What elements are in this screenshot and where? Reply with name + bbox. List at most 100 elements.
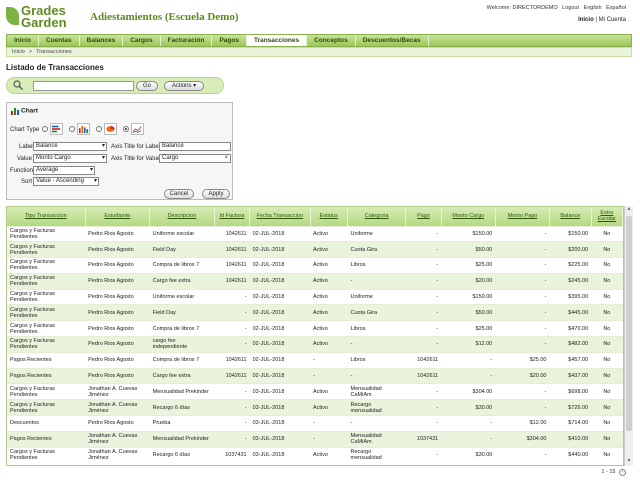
axis-title-label-label: Axis Title for Label bbox=[111, 144, 161, 150]
go-button[interactable]: Go bbox=[136, 81, 158, 91]
table-row[interactable]: Cargos y Facturas Pendientes Jonathan A. … bbox=[7, 399, 623, 416]
table-cell: Pagos Recientes bbox=[7, 430, 86, 448]
table-cell: $440.00 bbox=[549, 446, 592, 463]
table-cell: Activo bbox=[310, 304, 348, 321]
spanish-link[interactable]: Español bbox=[606, 5, 626, 11]
nav-tab-descuentos-becas[interactable]: Descuentos/Becas bbox=[356, 35, 429, 46]
table-cell: - bbox=[310, 367, 348, 384]
nav-tab-cuentas[interactable]: Cuentas bbox=[39, 35, 80, 46]
scroll-thumb[interactable] bbox=[626, 216, 632, 431]
clear-icon[interactable]: × bbox=[224, 155, 228, 162]
table-cell: Pedro Rios Agosto bbox=[85, 257, 150, 274]
axis-title-value-label: Axis Title for Value bbox=[111, 156, 161, 162]
table-cell: Recargo 6 días bbox=[149, 446, 215, 463]
grades-garden-logo[interactable]: Grades Garden bbox=[6, 3, 84, 30]
table-cell: - bbox=[495, 241, 550, 258]
table-row[interactable]: Cargos y Facturas Pendientes Pedro Rios A… bbox=[7, 288, 623, 305]
table-cell: Pedro Rios Agosto bbox=[85, 351, 150, 369]
table-row[interactable]: Pagos Recientes Pedro Rios Agosto Compra d… bbox=[7, 351, 623, 369]
chart-type-label: Chart Type bbox=[10, 127, 40, 133]
cancel-button[interactable]: Cancel bbox=[164, 189, 194, 199]
chart-type-hbar-radio[interactable] bbox=[42, 126, 48, 132]
column-header-estudiante[interactable]: Estudiante bbox=[85, 207, 151, 226]
table-row[interactable]: Pagos Recientes Jonathan A. Cuevas Jiméne… bbox=[7, 430, 623, 448]
table-cell: - bbox=[495, 272, 550, 290]
table-row[interactable]: Cargos y Facturas Pendientes Pedro Rios A… bbox=[7, 241, 623, 258]
chart-type-line-radio[interactable] bbox=[123, 126, 129, 132]
scroll-down-icon[interactable]: ▼ bbox=[625, 458, 633, 466]
table-cell: $25.00 bbox=[441, 257, 496, 274]
nav-tab-pagos[interactable]: Pagos bbox=[212, 35, 247, 46]
column-header-categoria[interactable]: Categoria bbox=[347, 207, 407, 226]
page-title: Listado de Transacciones bbox=[6, 63, 104, 72]
table-cell: No bbox=[591, 225, 623, 242]
pie-chart-icon bbox=[104, 123, 117, 135]
table-row[interactable]: Cargos y Facturas Pendientes Pedro Rios A… bbox=[7, 320, 623, 337]
table-row[interactable]: Cargos y Facturas Pendientes Pedro Rios A… bbox=[7, 336, 623, 353]
table-cell: $714.00 bbox=[549, 415, 592, 432]
column-header-estatus[interactable]: Estatus bbox=[310, 207, 349, 226]
table-cell: Pedro Rios Agosto bbox=[85, 367, 150, 384]
axis-title-value-text: Cargo bbox=[162, 155, 179, 161]
value-select[interactable]: Monto Cargo bbox=[33, 154, 107, 163]
search-input[interactable] bbox=[33, 81, 134, 91]
column-header-monto-cargo[interactable]: Monto Cargo bbox=[441, 207, 496, 226]
actions-button[interactable]: Actions ▾ bbox=[164, 81, 204, 91]
table-row[interactable]: Descuentos Pedro Rios Agosto Prueba -03-JUL… bbox=[7, 415, 623, 432]
table-cell: Jonathan A. Cuevas Jiménez bbox=[85, 430, 150, 448]
label-select[interactable]: Balance bbox=[33, 142, 107, 151]
chart-type-pie-radio[interactable] bbox=[96, 126, 102, 132]
table-row[interactable]: Cargos y Facturas Pendientes Pedro Rios A… bbox=[7, 272, 623, 290]
table-cell: Libros bbox=[347, 320, 406, 337]
chart-type-bar-radio[interactable] bbox=[69, 126, 75, 132]
column-header-descripcion[interactable]: Descripcion bbox=[149, 207, 215, 226]
value-field-label: Value bbox=[17, 156, 32, 162]
breadcrumb-home[interactable]: Inicio bbox=[12, 49, 25, 55]
function-field-label: Function bbox=[10, 168, 34, 174]
table-row[interactable]: Cargos y Facturas Pendientes Pedro Rios A… bbox=[7, 257, 623, 274]
apply-button[interactable]: Apply bbox=[202, 189, 230, 199]
nav-tab-conceptos[interactable]: Conceptos bbox=[307, 35, 356, 46]
column-header-id-factura[interactable]: Id Factura bbox=[214, 207, 251, 226]
scroll-up-icon[interactable]: ▲ bbox=[625, 206, 633, 214]
sort-select[interactable]: Value - Ascending bbox=[33, 177, 99, 186]
axis-title-label-input[interactable]: Balance bbox=[159, 142, 231, 151]
column-header-balance[interactable]: Balance bbox=[549, 207, 592, 226]
table-cell: Jonathan A. Cuevas Jiménez bbox=[85, 383, 150, 400]
table-cell: Activo bbox=[310, 383, 348, 400]
table-row[interactable]: Cargos y Facturas Pendientes Jonathan A. … bbox=[7, 383, 623, 400]
inicio-link[interactable]: Inicio bbox=[578, 17, 594, 23]
table-cell: No bbox=[591, 415, 623, 432]
next-page-icon[interactable]: › bbox=[619, 469, 626, 476]
column-header-fecha-transaccion[interactable]: Fecha Transaccion bbox=[249, 207, 311, 226]
english-link[interactable]: English bbox=[584, 5, 602, 11]
axis-title-value-input[interactable]: Cargo × bbox=[159, 154, 231, 163]
table-cell: - bbox=[495, 383, 550, 400]
nav-tab-facturaci-n[interactable]: Facturación bbox=[161, 35, 213, 46]
table-cell: Jonathan A. Cuevas Jiménez bbox=[85, 446, 150, 463]
mi-cuenta-link[interactable]: Mi Cuenta bbox=[599, 17, 626, 23]
table-cell: Activo bbox=[310, 241, 348, 258]
search-icon[interactable] bbox=[13, 80, 23, 90]
nav-tab-inicio[interactable]: Inicio bbox=[7, 35, 39, 46]
nav-tab-balances[interactable]: Balances bbox=[80, 35, 124, 46]
table-cell: - bbox=[405, 336, 442, 353]
column-header-extra-escolar[interactable]: Extra Escolar bbox=[591, 207, 624, 226]
vertical-scrollbar[interactable]: ▲ ▼ bbox=[624, 206, 633, 466]
table-row[interactable]: Pagos Recientes Pedro Rios Agosto Cargo fe… bbox=[7, 367, 623, 384]
table-row[interactable]: Cargos y Facturas Pendientes Jonathan A. … bbox=[7, 446, 623, 463]
table-cell: Pedro Rios Agosto bbox=[85, 272, 150, 290]
column-header-pago[interactable]: Pago bbox=[405, 207, 442, 226]
logout-link[interactable]: Logout bbox=[562, 5, 579, 11]
table-cell: $395.00 bbox=[549, 288, 592, 305]
table-row[interactable]: Cargos y Facturas Pendientes Pedro Rios A… bbox=[7, 304, 623, 321]
table-cell: Cargos y Facturas Pendientes bbox=[7, 288, 86, 305]
nav-tab-cargos[interactable]: Cargos bbox=[123, 35, 161, 46]
table-row[interactable]: Cargos y Facturas Pendientes Pedro Rios A… bbox=[7, 225, 623, 242]
function-select[interactable]: Average bbox=[33, 166, 95, 175]
nav-tab-transacciones[interactable]: Transacciones bbox=[246, 35, 308, 46]
column-header-monto-pago[interactable]: Monto Pago bbox=[495, 207, 551, 226]
table-cell: Activo bbox=[310, 320, 348, 337]
column-header-tipo-transaccion[interactable]: Tipo Transaccion bbox=[7, 207, 86, 226]
table-cell: Pagos Recientes bbox=[7, 351, 86, 369]
